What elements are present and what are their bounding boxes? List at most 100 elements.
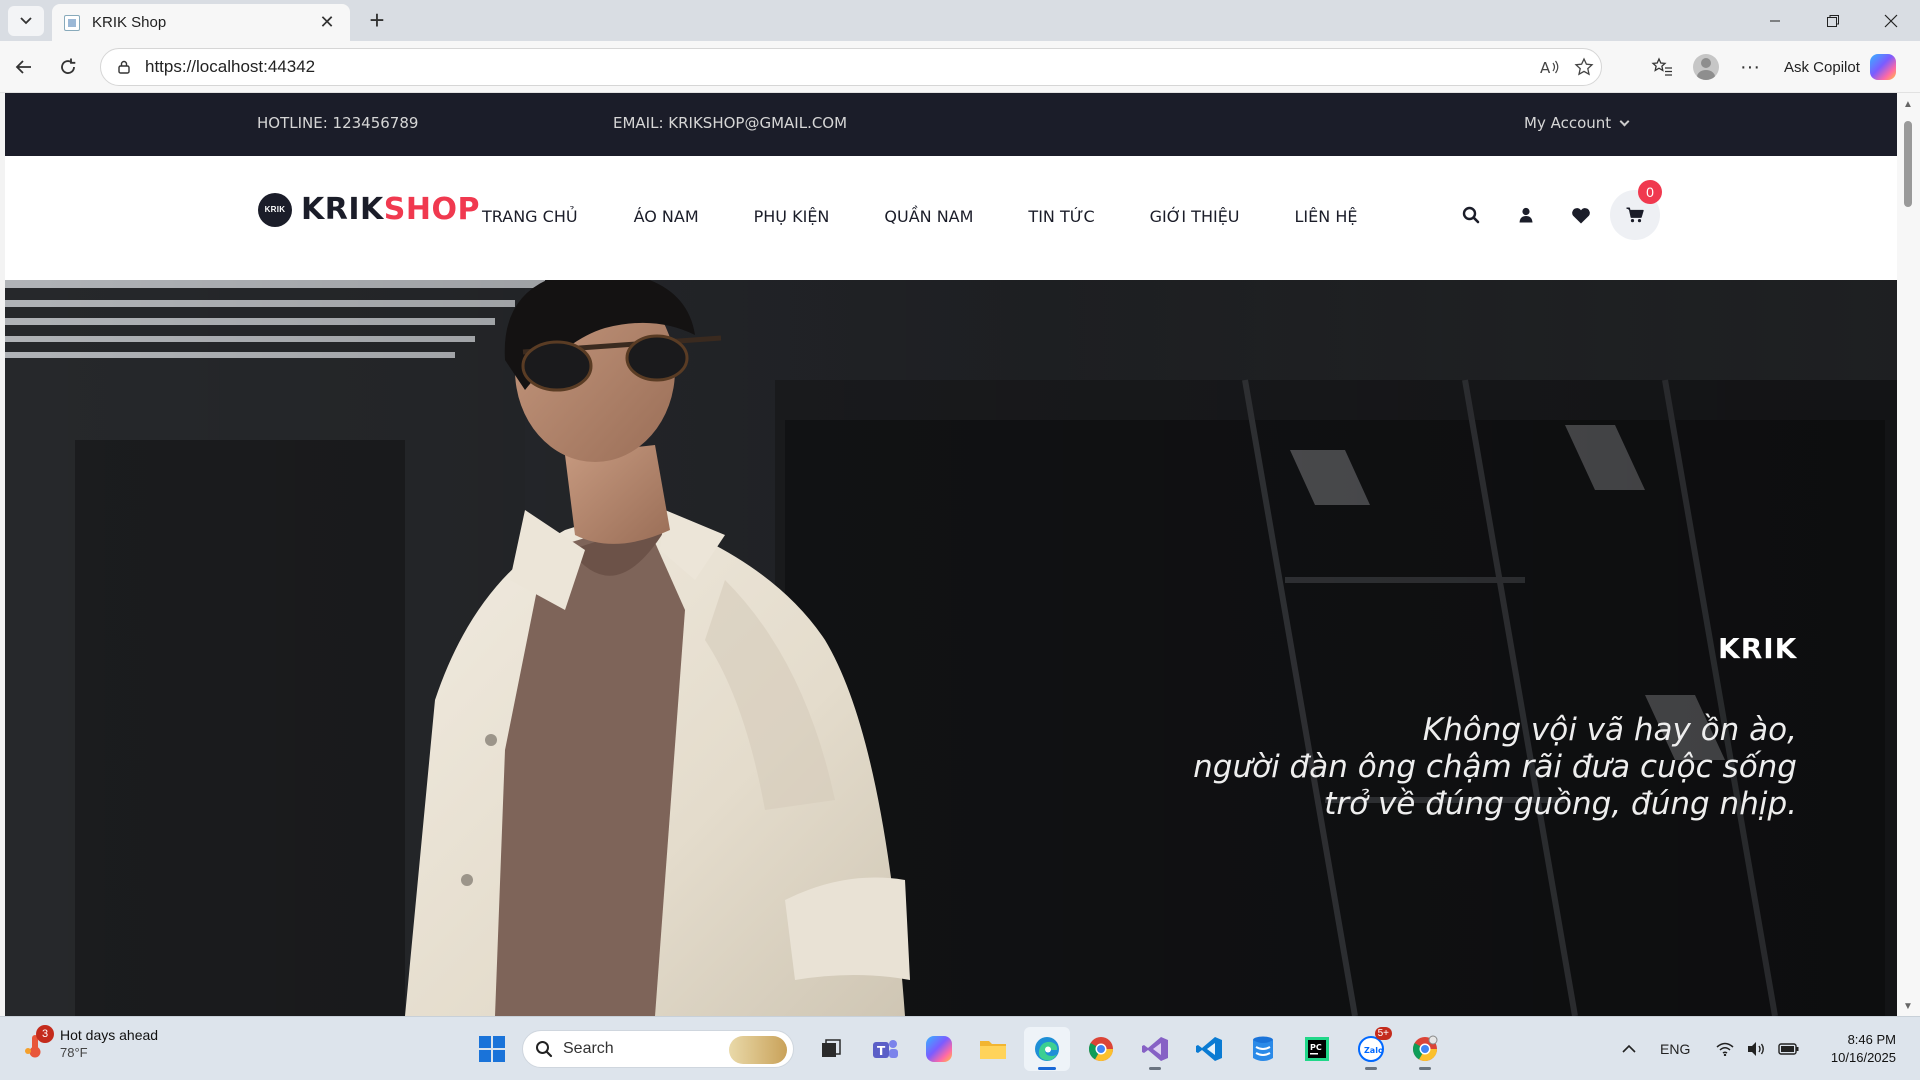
running-indicator xyxy=(1419,1067,1431,1070)
back-button[interactable] xyxy=(8,51,40,83)
reload-button[interactable] xyxy=(52,51,84,83)
logo-part-1: KRIK xyxy=(301,192,384,227)
task-view-icon xyxy=(822,1039,841,1057)
chevron-down-icon xyxy=(20,17,32,25)
chrome-icon xyxy=(1412,1035,1438,1062)
account-button[interactable] xyxy=(1498,190,1553,240)
close-window-button[interactable] xyxy=(1862,0,1920,41)
nav-item-quan-nam[interactable]: QUẦN NAM xyxy=(884,207,973,226)
show-hidden-icons-button[interactable] xyxy=(1622,1027,1636,1071)
taskbar-apps: Search T PC Zalo 5+ xyxy=(470,1027,1452,1071)
file-explorer-app[interactable] xyxy=(970,1027,1016,1071)
cart-count-badge: 0 xyxy=(1638,180,1662,204)
url-text: https://localhost:44342 xyxy=(145,57,316,76)
cart-button[interactable]: 0 xyxy=(1610,180,1662,240)
search-icon xyxy=(1462,206,1479,224)
language-indicator[interactable]: ENG xyxy=(1660,1027,1690,1071)
nav-item-lien-he[interactable]: LIÊN HỆ xyxy=(1295,207,1358,226)
search-icon xyxy=(536,1041,553,1058)
site-logo[interactable]: KRIK KRIKSHOP xyxy=(258,192,480,227)
volume-icon[interactable] xyxy=(1746,1027,1766,1071)
taskbar-search-box[interactable]: Search xyxy=(522,1030,794,1068)
copilot-app[interactable] xyxy=(916,1027,962,1071)
header-actions: 0 xyxy=(1443,180,1662,240)
profile-button[interactable] xyxy=(1684,49,1728,85)
tab-close-icon[interactable]: ✕ xyxy=(316,12,338,33)
task-view-app[interactable] xyxy=(808,1027,854,1071)
hero-quote-line: người đàn ông chậm rãi đưa cuộc sống xyxy=(1193,749,1797,785)
restore-button[interactable] xyxy=(1804,0,1862,41)
more-options-button[interactable]: ··· xyxy=(1728,49,1772,85)
window-controls xyxy=(1746,0,1920,41)
ask-copilot-button[interactable]: Ask Copilot xyxy=(1772,50,1902,84)
svg-text:PC: PC xyxy=(1310,1043,1322,1052)
logo-part-2: SHOP xyxy=(383,192,480,227)
browser-tab-bar: KRIK Shop ✕ + xyxy=(0,0,1920,41)
windows-logo-icon xyxy=(479,1036,505,1062)
hero-quote-line: Không vội vã hay ồn ào, xyxy=(1422,712,1797,748)
my-account-dropdown[interactable]: My Account xyxy=(1524,114,1630,132)
minimize-icon xyxy=(1770,20,1780,21)
nav-item-phu-kien[interactable]: PHỤ KIỆN xyxy=(754,207,830,226)
site-info-lock-icon[interactable] xyxy=(115,58,133,76)
more-dots-icon: ··· xyxy=(1740,55,1760,78)
weather-title: Hot days ahead xyxy=(60,1027,159,1043)
windows-taskbar: 3 Hot days ahead 78°F Search T PC Zalo 5… xyxy=(0,1016,1920,1080)
teams-app[interactable]: T xyxy=(862,1027,908,1071)
chrome-app[interactable] xyxy=(1078,1027,1124,1071)
edge-app[interactable] xyxy=(1024,1027,1070,1071)
main-nav: TRANG CHỦ ÁO NAM PHỤ KIỆN QUẦN NAM TIN T… xyxy=(482,207,1412,226)
taskbar-clock[interactable]: 8:46 PM 10/16/2025 xyxy=(1831,1031,1896,1067)
site-header: KRIK KRIKSHOP TRANG CHỦ ÁO NAM PHỤ KIỆN … xyxy=(5,156,1897,280)
nav-item-gioi-thieu[interactable]: GIỚI THIỆU xyxy=(1150,207,1240,226)
running-indicator xyxy=(1365,1067,1377,1070)
read-aloud-icon[interactable]: A xyxy=(1533,52,1567,82)
database-app[interactable] xyxy=(1240,1027,1286,1071)
heart-icon xyxy=(1571,207,1590,223)
nav-item-trang-chu[interactable]: TRANG CHỦ xyxy=(482,207,578,226)
nav-item-tin-tuc[interactable]: TIN TỨC xyxy=(1028,207,1094,226)
copilot-icon xyxy=(1869,54,1896,80)
zalo-notification-badge: 5+ xyxy=(1374,1027,1392,1040)
browser-toolbar: ··· Ask Copilot xyxy=(1640,49,1902,85)
nav-item-ao-nam[interactable]: ÁO NAM xyxy=(634,207,699,226)
battery-icon[interactable] xyxy=(1778,1027,1800,1071)
scroll-up-arrow-icon[interactable]: ▲ xyxy=(1902,99,1914,110)
close-icon xyxy=(1884,14,1898,27)
running-indicator xyxy=(1149,1067,1161,1070)
visual-studio-app[interactable] xyxy=(1132,1027,1178,1071)
chevron-down-icon xyxy=(1619,116,1630,126)
cart-icon xyxy=(1626,207,1644,223)
weather-widget[interactable]: 3 Hot days ahead 78°F xyxy=(22,1025,159,1060)
hotline-text: HOTLINE: 123456789 xyxy=(257,114,419,132)
clock-date: 10/16/2025 xyxy=(1830,1050,1896,1065)
taskbar-search-label: Search xyxy=(563,1040,614,1057)
favorites-button[interactable] xyxy=(1640,49,1684,85)
scroll-down-arrow-icon[interactable]: ▼ xyxy=(1902,1001,1914,1012)
database-icon xyxy=(1253,1036,1273,1061)
wifi-icon[interactable] xyxy=(1716,1027,1734,1071)
vscode-app[interactable] xyxy=(1186,1027,1232,1071)
page-scrollbar[interactable]: ▲ ▼ xyxy=(1897,93,1920,1016)
wishlist-button[interactable] xyxy=(1553,190,1608,240)
hero-banner[interactable]: KRIK Không vội vã hay ồn ào, người đàn ô… xyxy=(5,280,1897,1016)
search-highlight-image xyxy=(729,1036,787,1064)
start-button[interactable] xyxy=(470,1027,514,1071)
new-tab-button[interactable]: + xyxy=(360,4,394,36)
back-arrow-icon xyxy=(15,60,31,74)
weather-temperature: 78°F xyxy=(60,1045,88,1060)
browser-tab-active[interactable]: KRIK Shop ✕ xyxy=(52,4,350,41)
minimize-button[interactable] xyxy=(1746,0,1804,41)
url-field[interactable]: https://localhost:44342 A xyxy=(100,48,1602,86)
zalo-app[interactable]: Zalo 5+ xyxy=(1348,1027,1394,1071)
hero-quote-line: trở về đúng guồng, đúng nhịp. xyxy=(1324,786,1797,822)
search-button[interactable] xyxy=(1443,190,1498,240)
pycharm-app[interactable]: PC xyxy=(1294,1027,1340,1071)
favorite-star-icon[interactable] xyxy=(1567,52,1601,82)
scroll-thumb[interactable] xyxy=(1904,121,1912,207)
tab-actions-menu-button[interactable] xyxy=(8,6,44,36)
chrome-profile-app[interactable] xyxy=(1402,1027,1448,1071)
ask-copilot-label: Ask Copilot xyxy=(1784,58,1860,76)
reload-icon xyxy=(61,58,76,74)
edge-icon xyxy=(1035,1037,1059,1061)
